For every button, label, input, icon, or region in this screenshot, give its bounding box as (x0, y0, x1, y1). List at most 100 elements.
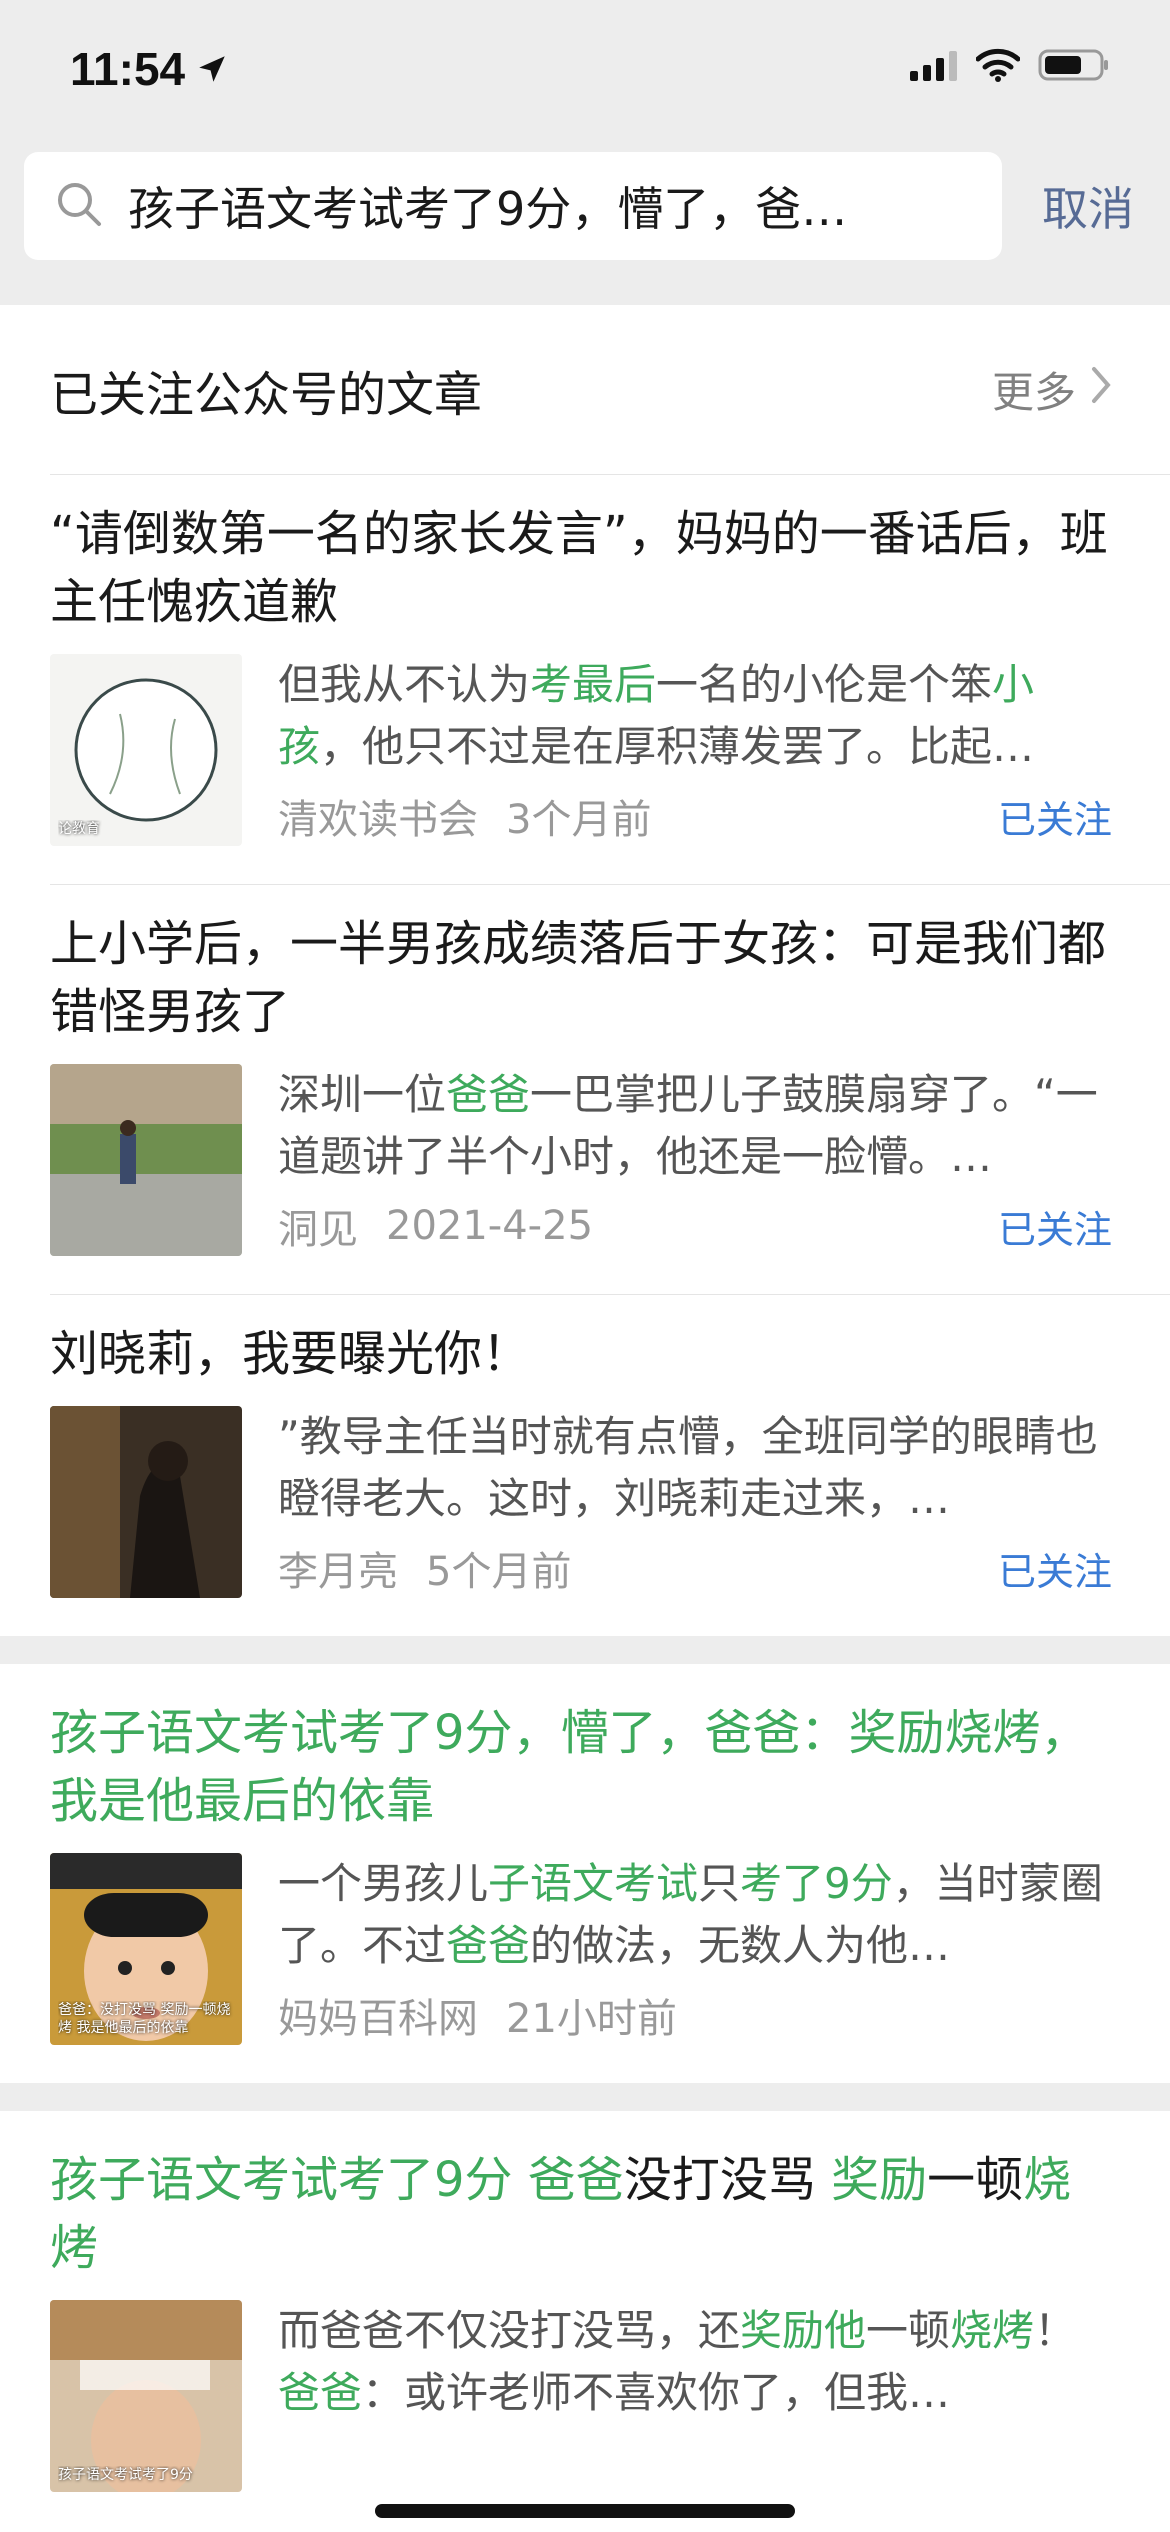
text-span: 没打没骂 (623, 2152, 832, 2208)
text-span: 孩子语文考试考了9分，懵了，爸爸：奖励烧烤，我是他最后的依靠 (50, 1705, 1089, 1829)
top-area: 11:54 孩子语文考试考了9分，懵了，爸… 取消 (0, 0, 1170, 305)
article-source: 洞见 (278, 1207, 358, 1253)
article-date: 21小时前 (506, 1996, 677, 2042)
text-span: 只 (698, 1859, 741, 1908)
status-bar: 11:54 (0, 0, 1170, 150)
text-span: 一顿 (927, 2152, 1024, 2208)
cancel-button[interactable]: 取消 (1042, 173, 1134, 239)
text-span: 孩子语文考试考了9分 (50, 2152, 528, 2208)
text-span: 的做法，无数人为他… (530, 1921, 951, 1970)
article-body: 论教育 但我从不认为考最后一名的小伦是个笨小孩，他只不过是在厚积薄发罢了。比起… 清… (50, 654, 1112, 884)
followed-badge: 已关注 (997, 1549, 1112, 1594)
search-query: 孩子语文考试考了9分，懵了，爸… (128, 182, 848, 236)
text-span: 子语文考试 (488, 1859, 699, 1908)
article-thumbnail (50, 1064, 242, 1256)
thumbnail-text: 爸爸：没打没骂 奖励一顿烧烤 我是他最后的依靠 (58, 2002, 231, 2036)
article-info: 一个男孩儿子语文考试只考了9分，当时蒙圈了。不过爸爸的做法，无数人为他… 妈妈百科… (278, 1853, 1112, 2045)
signal-icon (910, 49, 958, 85)
text-span: 爸爸 (446, 1070, 531, 1119)
article-source: 清欢读书会 (278, 797, 478, 843)
text-span: 奖励他 (740, 2306, 867, 2355)
article-meta: 李月亮 5个月前 已关注 (278, 1538, 1112, 1598)
article-item[interactable]: “请倒数第一名的家长发言”，妈妈的一番话后，班主任愧疚道歉 论教育 但我从不认为考… (50, 475, 1170, 885)
article-source: 妈妈百科网 (278, 1996, 478, 2042)
article-snippet: ”教导主任当时就有点懵，全班同学的眼睛也瞪得老大。这时，刘晓莉走过来，… (278, 1406, 1112, 1530)
article-body: ”教导主任当时就有点懵，全班同学的眼睛也瞪得老大。这时，刘晓莉走过来，… 李月亮 5… (50, 1406, 1112, 1636)
section-divider (0, 2083, 1170, 2111)
followed-section: 已关注公众号的文章 更多 “请倒数第一名的家长发言”，妈妈的一番话后，班主任愧疚… (0, 305, 1170, 1636)
text-span: ”教导主任当时就有点懵，全班同学的眼睛也瞪得老大。这时，刘晓莉走过来，… (278, 1412, 1098, 1523)
text-span: 爸爸 (527, 2152, 624, 2208)
article-title: 孩子语文考试考了9分，懵了，爸爸：奖励烧烤，我是他最后的依靠 (50, 1699, 1112, 1853)
article-title: 上小学后，一半男孩成绩落后于女孩：可是我们都错怪男孩了 (50, 916, 1107, 1040)
location-arrow-icon (195, 52, 229, 86)
text-span: 奖励 (831, 2152, 928, 2208)
chevron-right-icon (1090, 365, 1112, 415)
text-span: ！ (1034, 2306, 1077, 2355)
status-icons (910, 48, 1110, 86)
text-span: 考了9分 (740, 1859, 893, 1908)
text-span: 深圳一位 (278, 1070, 447, 1119)
article-info: 但我从不认为考最后一名的小伦是个笨小孩，他只不过是在厚积薄发罢了。比起… 清欢读书… (278, 654, 1112, 846)
battery-icon (1038, 48, 1110, 86)
text-span: 一名的小伦是个笨 (656, 660, 993, 709)
article-info: 而爸爸不仅没打没骂，还奖励他一顿烧烤！ 爸爸：或许老师不喜欢你了，但我… (278, 2300, 1112, 2492)
article-item[interactable]: 刘晓莉，我要曝光你！ ”教导主任当时就有点懵，全班同学的眼睛也瞪得老大。这时，刘… (50, 1295, 1170, 1636)
article-thumbnail: 孩子语文考试考了9分 (50, 2300, 242, 2492)
thumbnail-text: 论教育 (58, 821, 100, 837)
followed-badge: 已关注 (997, 1207, 1112, 1252)
article-date: 3个月前 (506, 797, 652, 843)
article-date: 5个月前 (426, 1549, 572, 1595)
article-info: ”教导主任当时就有点懵，全班同学的眼睛也瞪得老大。这时，刘晓莉走过来，… 李月亮 5… (278, 1406, 1112, 1598)
article-meta: 洞见 2021-4-25 已关注 (278, 1196, 1112, 1256)
article-title: “请倒数第一名的家长发言”，妈妈的一番话后，班主任愧疚道歉 (50, 506, 1108, 630)
home-indicator[interactable] (375, 2504, 795, 2518)
text-span: 爸爸 (446, 1921, 531, 1970)
search-icon (54, 179, 104, 233)
time-text: 11:54 (70, 43, 186, 95)
wifi-icon (975, 48, 1021, 86)
status-time: 11:54 (70, 42, 229, 96)
article-snippet: 一个男孩儿子语文考试只考了9分，当时蒙圈了。不过爸爸的做法，无数人为他… (278, 1853, 1112, 1977)
article-body: 爸爸：没打没骂 奖励一顿烧烤 我是他最后的依靠 一个男孩儿子语文考试只考了9分，当… (50, 1853, 1112, 2083)
article-thumbnail (50, 1406, 242, 1598)
text-span: 烧烤 (950, 2306, 1035, 2355)
text-span: ，他只不过是在厚积薄发罢了。比起… (320, 722, 1035, 771)
more-label: 更多 (991, 368, 1076, 417)
text-span: 爸爸 (278, 2368, 363, 2417)
article-section: 孩子语文考试考了9分，懵了，爸爸：奖励烧烤，我是他最后的依靠 爸爸：没打没骂 奖… (0, 1664, 1170, 2083)
article-body: 孩子语文考试考了9分 而爸爸不仅没打没骂，还奖励他一顿烧烤！ 爸爸：或许老师不喜欢你… (50, 2300, 1112, 2530)
other-article-list: 孩子语文考试考了9分，懵了，爸爸：奖励烧烤，我是他最后的依靠 爸爸：没打没骂 奖… (0, 1636, 1170, 2530)
article-date: 2021-4-25 (386, 1203, 594, 1249)
article-title: 孩子语文考试考了9分 爸爸没打没骂 奖励一顿烧烤 (50, 2146, 1112, 2300)
article-thumbnail: 论教育 (50, 654, 242, 846)
text-span: 考最后 (530, 660, 657, 709)
search-row: 孩子语文考试考了9分，懵了，爸… 取消 (24, 150, 1146, 262)
text-span: 但我从不认为 (278, 660, 531, 709)
section-header: 已关注公众号的文章 更多 (50, 305, 1170, 475)
article-section: 孩子语文考试考了9分 爸爸没打没骂 奖励一顿烧烤 孩子语文考试考了9分 而爸爸不仅… (0, 2111, 1170, 2530)
article-meta: 妈妈百科网 21小时前 (278, 1985, 1112, 2045)
article-info: 深圳一位爸爸一巴掌把儿子鼓膜扇穿了。“一道题讲了半个小时，他还是一脸懵。… 洞见 2… (278, 1064, 1112, 1256)
text-span: 一顿 (866, 2306, 951, 2355)
article-snippet: 而爸爸不仅没打没骂，还奖励他一顿烧烤！ 爸爸：或许老师不喜欢你了，但我… (278, 2300, 1112, 2424)
article-item[interactable]: 孩子语文考试考了9分，懵了，爸爸：奖励烧烤，我是他最后的依靠 爸爸：没打没骂 奖… (50, 1664, 1170, 2083)
text-span: 一个男孩儿 (278, 1859, 489, 1908)
article-snippet: 深圳一位爸爸一巴掌把儿子鼓膜扇穿了。“一道题讲了半个小时，他还是一脸懵。… (278, 1064, 1112, 1188)
search-input[interactable]: 孩子语文考试考了9分，懵了，爸… (24, 152, 1002, 260)
article-item[interactable]: 孩子语文考试考了9分 爸爸没打没骂 奖励一顿烧烤 孩子语文考试考了9分 而爸爸不仅… (50, 2111, 1170, 2530)
section-divider (0, 1636, 1170, 1664)
article-body: 深圳一位爸爸一巴掌把儿子鼓膜扇穿了。“一道题讲了半个小时，他还是一脸懵。… 洞见 2… (50, 1064, 1112, 1294)
article-thumbnail: 爸爸：没打没骂 奖励一顿烧烤 我是他最后的依靠 (50, 1853, 242, 2045)
thumbnail-text: 孩子语文考试考了9分 (58, 2467, 193, 2483)
article-snippet: 但我从不认为考最后一名的小伦是个笨小孩，他只不过是在厚积薄发罢了。比起… (278, 654, 1112, 778)
text-span: 而爸爸不仅没打没骂，还 (278, 2306, 741, 2355)
more-link[interactable]: 更多 (992, 359, 1112, 420)
text-span: ：或许老师不喜欢你了，但我… (362, 2368, 951, 2417)
article-title: 刘晓莉，我要曝光你！ (50, 1326, 531, 1382)
article-source: 李月亮 (278, 1549, 398, 1595)
section-title: 已关注公众号的文章 (50, 366, 483, 423)
article-item[interactable]: 上小学后，一半男孩成绩落后于女孩：可是我们都错怪男孩了 深圳一位爸爸一巴掌把儿子… (50, 885, 1170, 1295)
followed-badge: 已关注 (997, 797, 1112, 842)
article-meta: 清欢读书会 3个月前 已关注 (278, 786, 1112, 846)
